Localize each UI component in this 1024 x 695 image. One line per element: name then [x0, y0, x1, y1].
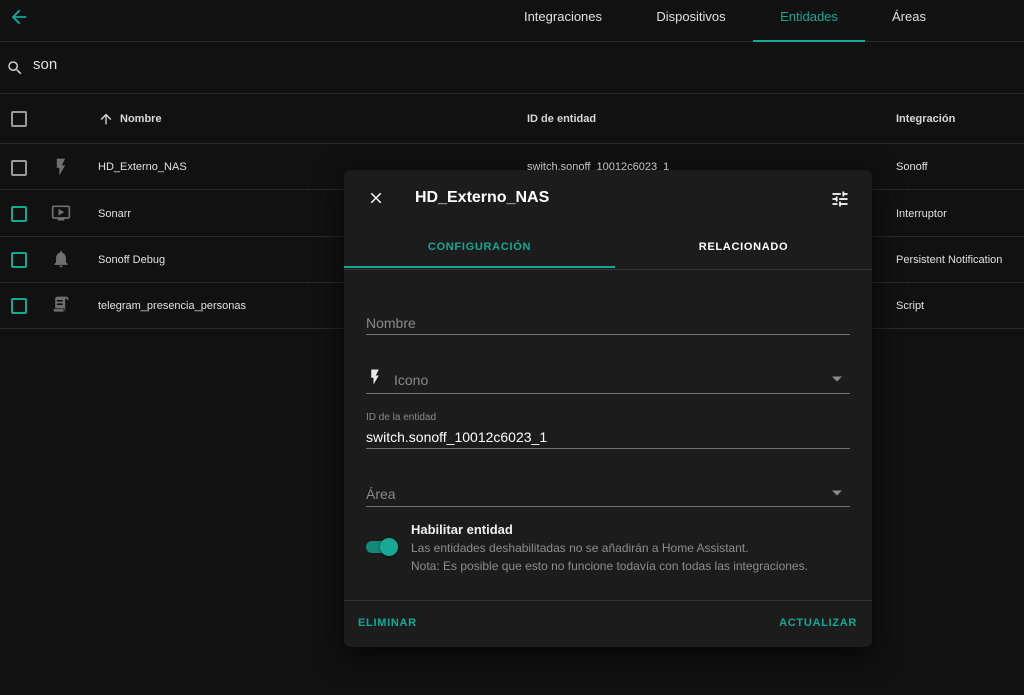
- column-header-name[interactable]: Nombre: [120, 113, 162, 125]
- select-all-checkbox[interactable]: [11, 111, 27, 127]
- flash-icon: [366, 368, 384, 386]
- update-button[interactable]: ACTUALIZAR: [779, 617, 857, 629]
- enable-entity-note: Nota: Es posible que esto no funcione to…: [411, 559, 808, 573]
- dropdown-arrow-icon[interactable]: [832, 376, 842, 382]
- row-integration: Interruptor: [896, 208, 947, 220]
- row-integration: Sonoff: [896, 161, 928, 173]
- row-name: Sonarr: [98, 208, 132, 220]
- dropdown-arrow-icon[interactable]: [832, 490, 842, 496]
- tab-areas[interactable]: Áreas: [870, 0, 948, 41]
- active-tab-indicator: [344, 266, 615, 268]
- row-name: HD_Externo_NAS: [98, 161, 187, 173]
- field-underline: [366, 506, 850, 507]
- tab-relacionado[interactable]: RELACIONADO: [615, 232, 872, 268]
- row-name: Sonoff Debug: [98, 254, 166, 266]
- tab-integraciones[interactable]: Integraciones: [505, 0, 621, 41]
- icon-picker-field[interactable]: Icono: [366, 366, 850, 394]
- tab-label: Áreas: [892, 9, 926, 24]
- icon-placeholder: Icono: [394, 372, 429, 388]
- table-header: Nombre ID de entidad Integración: [0, 94, 1024, 144]
- enable-entity-title: Habilitar entidad: [411, 522, 513, 537]
- column-header-entity-id[interactable]: ID de entidad: [527, 113, 596, 125]
- tab-dispositivos[interactable]: Dispositivos: [636, 0, 746, 41]
- dialog-title: HD_Externo_NAS: [415, 189, 550, 206]
- tab-label: Integraciones: [523, 9, 603, 24]
- row-checkbox[interactable]: [11, 252, 27, 268]
- entity-id-input[interactable]: [366, 429, 846, 445]
- script-text-icon: [51, 295, 71, 315]
- area-field[interactable]: Área: [366, 482, 850, 507]
- search-icon: [6, 59, 24, 77]
- row-integration: Script: [896, 300, 925, 312]
- top-app-bar: Integraciones Dispositivos Entidades Áre…: [0, 0, 1024, 42]
- entity-settings-dialog: HD_Externo_NAS CONFIGURACIÓN RELACIONADO…: [344, 170, 872, 647]
- area-placeholder: Área: [366, 486, 396, 502]
- search-input[interactable]: [33, 56, 533, 73]
- field-underline: [366, 448, 850, 449]
- tab-label: Entidades: [780, 9, 838, 24]
- youtube-tv-icon: [51, 203, 71, 223]
- tune-settings-icon[interactable]: [830, 189, 850, 209]
- enable-entity-toggle[interactable]: [366, 538, 400, 556]
- enable-entity-description: Las entidades deshabilitadas no se añadi…: [411, 541, 749, 555]
- entity-id-label: ID de la entidad: [366, 412, 437, 423]
- toggle-knob: [380, 538, 398, 556]
- row-integration: Persistent Notification: [896, 254, 1003, 266]
- tab-label: CONFIGURACIÓN: [427, 241, 532, 253]
- entity-id-field[interactable]: ID de la entidad: [366, 412, 850, 449]
- field-underline: [366, 334, 850, 335]
- close-icon[interactable]: [367, 189, 385, 207]
- tab-label: RELACIONADO: [698, 241, 789, 253]
- tab-configuracion[interactable]: CONFIGURACIÓN: [344, 232, 615, 268]
- footer-divider: [344, 600, 872, 601]
- row-checkbox[interactable]: [11, 298, 27, 314]
- name-field[interactable]: Nombre: [366, 310, 850, 335]
- flash-icon: [51, 157, 71, 177]
- row-checkbox[interactable]: [11, 206, 27, 222]
- search-bar: [0, 42, 1024, 94]
- tab-label: Dispositivos: [656, 9, 726, 24]
- tab-entidades[interactable]: Entidades: [753, 0, 865, 42]
- column-header-integration[interactable]: Integración: [896, 113, 955, 125]
- bell-icon: [51, 249, 71, 269]
- name-placeholder: Nombre: [366, 315, 416, 331]
- field-underline: [366, 393, 850, 394]
- sort-arrow-up-icon[interactable]: [98, 111, 114, 127]
- row-checkbox[interactable]: [11, 160, 27, 176]
- tabs-divider: [344, 269, 872, 270]
- back-arrow-icon[interactable]: [8, 6, 30, 28]
- delete-button[interactable]: ELIMINAR: [358, 617, 417, 629]
- row-name: telegram_presencia_personas: [98, 300, 246, 312]
